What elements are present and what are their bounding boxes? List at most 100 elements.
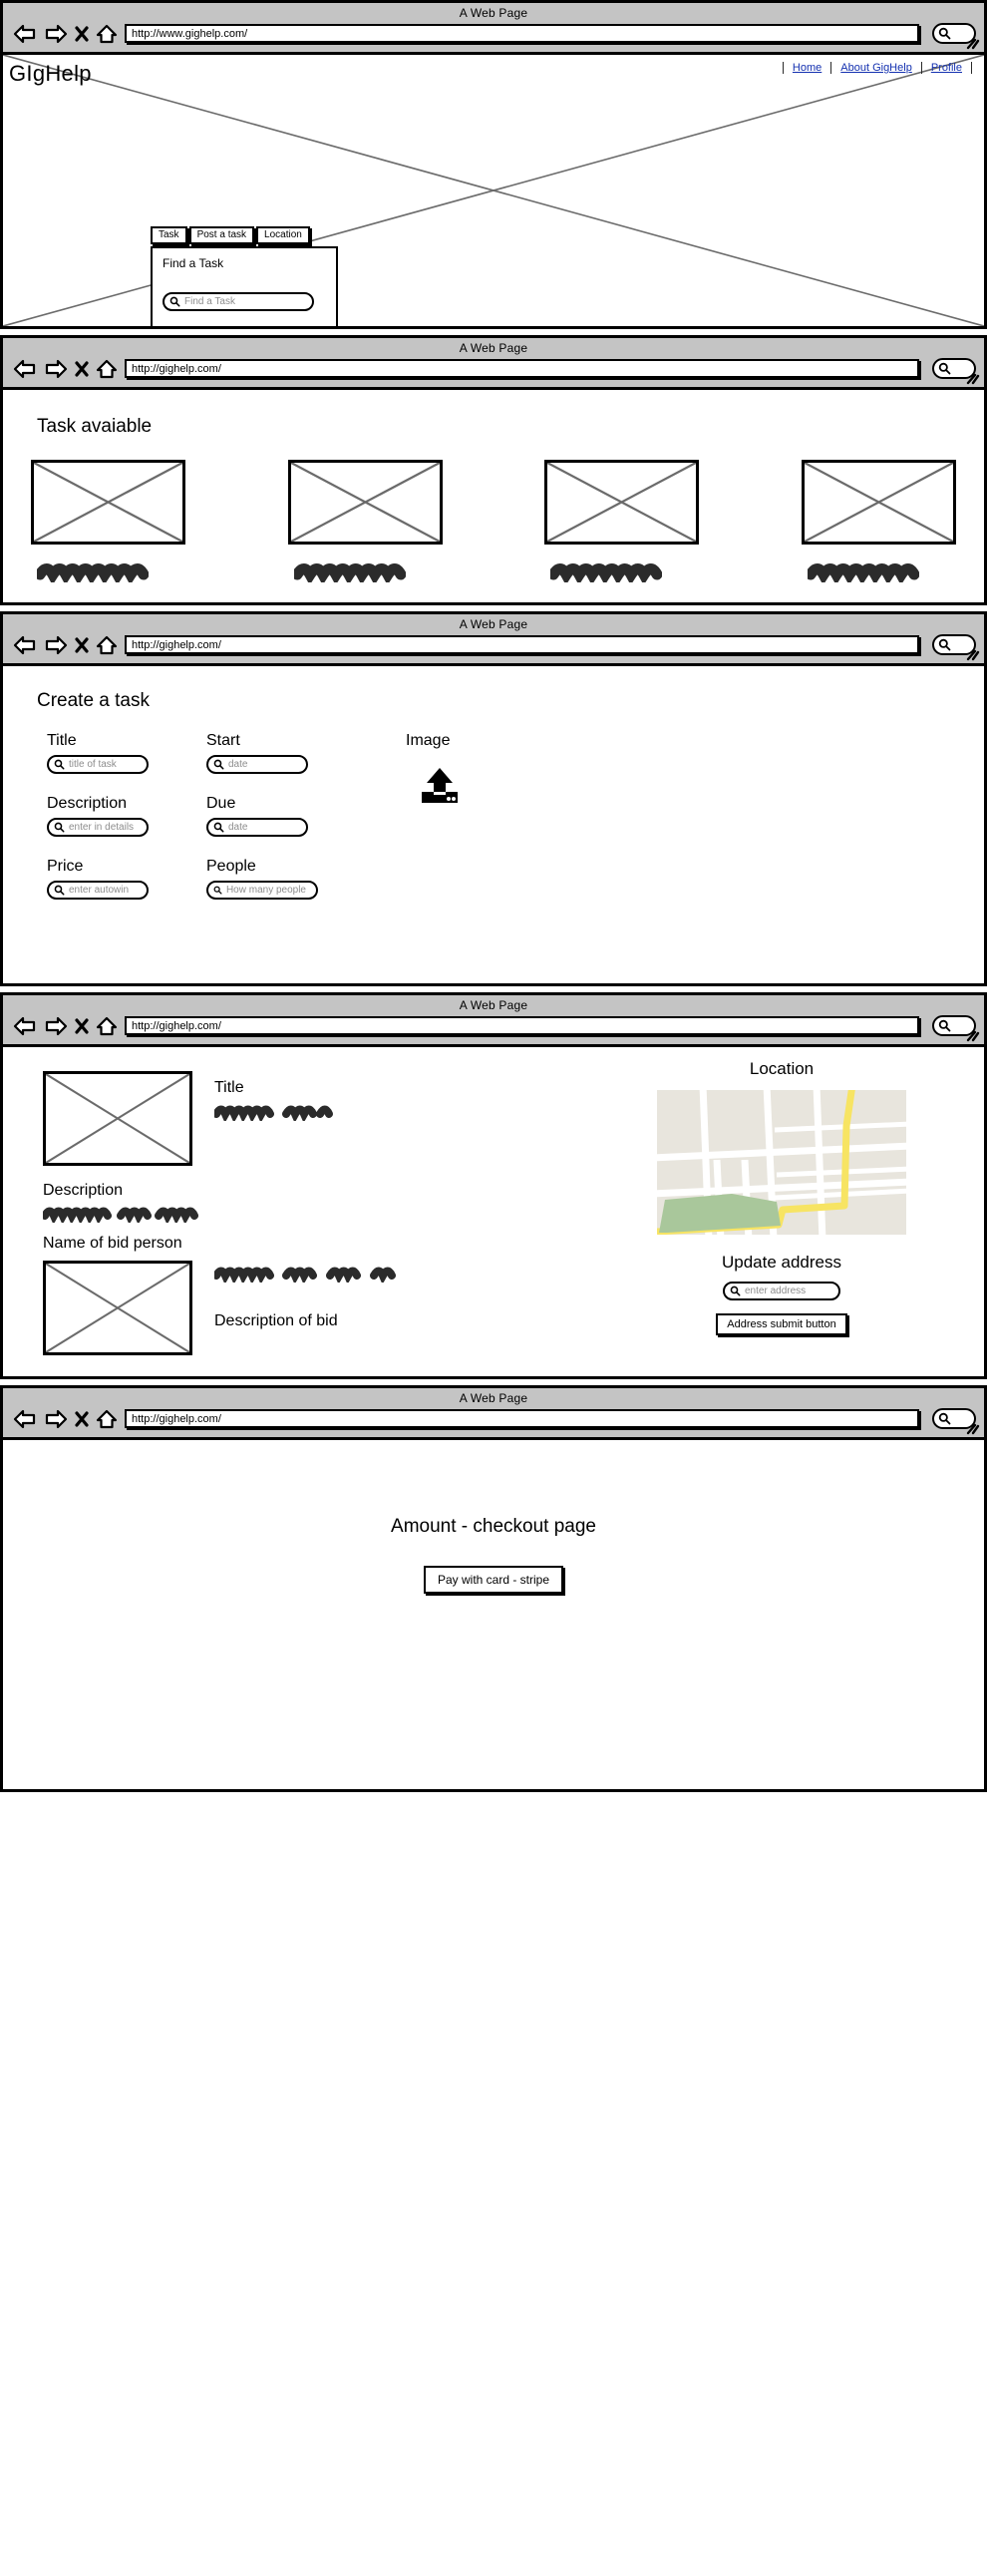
forward-arrow-icon[interactable] [44,1409,68,1429]
location-panel: Location Update address enter address Ad… [657,1059,906,1335]
resize-grip-icon[interactable] [964,1423,980,1435]
task-card[interactable] [287,460,443,582]
task-list-viewport: Task avaiable [3,390,984,602]
url-text: http://gighelp.com/ [132,362,221,375]
back-arrow-icon[interactable] [13,359,37,379]
price-input[interactable]: enter autowin [47,881,149,900]
search-icon [54,759,65,770]
close-x-icon[interactable] [75,25,89,43]
wireframe-page: A Web Page http://www.gighelp.com/ GIgHe… [0,0,987,1792]
browser-window-task-list: A Web Page http://gighelp.com/ Task avai… [0,335,987,605]
task-thumbnail [31,460,185,545]
tab-post-a-task[interactable]: Post a task [188,226,255,244]
update-address-label: Update address [721,1253,842,1272]
back-arrow-icon[interactable] [13,1016,37,1036]
people-placeholder: How many people [225,885,306,896]
resize-grip-icon[interactable] [964,649,980,661]
bid-person-scribble [214,1267,396,1283]
resize-grip-icon[interactable] [964,38,980,50]
nav-link-home[interactable]: Home [782,62,832,74]
search-icon [54,822,65,833]
close-x-icon[interactable] [75,1410,89,1428]
url-text: http://www.gighelp.com/ [132,27,248,40]
browser-window-landing: A Web Page http://www.gighelp.com/ GIgHe… [0,0,987,329]
address-placeholder: enter address [745,1286,807,1296]
home-icon[interactable] [96,1016,118,1036]
field-label-title: Title [47,732,77,749]
search-icon [169,296,180,307]
home-icon[interactable] [96,359,118,379]
location-map[interactable] [657,1090,906,1235]
title-input[interactable]: title of task [47,755,149,774]
forward-arrow-icon[interactable] [44,635,68,655]
pay-with-card-button[interactable]: Pay with card - stripe [423,1566,564,1594]
address-input[interactable]: enter address [723,1282,840,1300]
panel-content: Find a Task Find a Task Search Task [151,246,338,326]
find-task-input[interactable]: Find a Task [163,292,314,311]
close-x-icon[interactable] [75,1017,89,1035]
field-due-wrap: date [196,818,396,852]
browser-title: A Web Page [459,6,528,20]
tab-task[interactable]: Task [151,226,187,244]
description-placeholder: enter in details [69,822,135,833]
url-input[interactable]: http://gighelp.com/ [125,635,919,654]
field-label-description: Description [47,795,128,812]
browser-chrome: A Web Page http://gighelp.com/ [3,338,984,390]
field-price-wrap: enter autowin [37,881,196,915]
field-start-wrap: date [196,755,396,789]
browser-title: A Web Page [459,341,528,355]
browser-title: A Web Page [459,1391,528,1405]
forward-arrow-icon[interactable] [44,24,68,44]
task-title-scribble [214,1105,333,1121]
home-icon[interactable] [96,1409,118,1429]
task-title-label: Title [214,1079,244,1096]
create-task-heading: Create a task [37,690,150,711]
task-card[interactable] [544,460,700,582]
nav-link-about[interactable]: About GigHelp [831,62,922,74]
close-x-icon[interactable] [75,636,89,654]
due-date-input[interactable]: date [206,818,308,837]
search-icon [938,638,951,651]
task-card-grid [3,460,984,582]
task-card[interactable] [801,460,956,582]
bid-description-label: Description of bid [214,1312,338,1329]
site-logo[interactable]: GIgHelp [9,61,92,87]
field-people-wrap: How many people [196,881,396,915]
tab-location[interactable]: Location [256,226,310,244]
task-detail-viewport: Title Description Name of bid person Des… [3,1047,984,1376]
bid-text-block: Description of bid [214,1261,459,1330]
task-search-panel: Task Post a task Location Find a Task Fi… [151,226,338,326]
field-title-wrap: title of task [37,755,196,789]
close-x-icon[interactable] [75,360,89,378]
forward-arrow-icon[interactable] [44,1016,68,1036]
people-input[interactable]: How many people [206,881,318,900]
url-text: http://gighelp.com/ [132,638,221,651]
url-input[interactable]: http://gighelp.com/ [125,1016,919,1035]
url-text: http://gighelp.com/ [132,1412,221,1425]
task-card[interactable] [31,460,185,582]
browser-title: A Web Page [459,998,528,1012]
forward-arrow-icon[interactable] [44,359,68,379]
task-caption-scribble [550,563,663,582]
field-label-due: Due [206,795,236,812]
back-arrow-icon[interactable] [13,635,37,655]
back-arrow-icon[interactable] [13,24,37,44]
start-date-input[interactable]: date [206,755,308,774]
back-arrow-icon[interactable] [13,1409,37,1429]
task-description-label: Description [43,1182,124,1199]
home-icon[interactable] [96,24,118,44]
home-icon[interactable] [96,635,118,655]
task-description-block: Description [43,1182,621,1223]
resize-grip-icon[interactable] [964,373,980,385]
address-submit-button[interactable]: Address submit button [716,1313,847,1335]
find-task-placeholder: Find a Task [184,296,235,307]
search-icon [938,1019,951,1032]
nav-link-profile[interactable]: Profile [922,62,972,74]
upload-icon[interactable] [418,767,462,805]
browser-toolbar: http://gighelp.com/ [3,1406,984,1437]
resize-grip-icon[interactable] [964,1030,980,1042]
url-input[interactable]: http://gighelp.com/ [125,359,919,378]
url-input[interactable]: http://www.gighelp.com/ [125,24,919,43]
description-input[interactable]: enter in details [47,818,149,837]
url-input[interactable]: http://gighelp.com/ [125,1409,919,1428]
